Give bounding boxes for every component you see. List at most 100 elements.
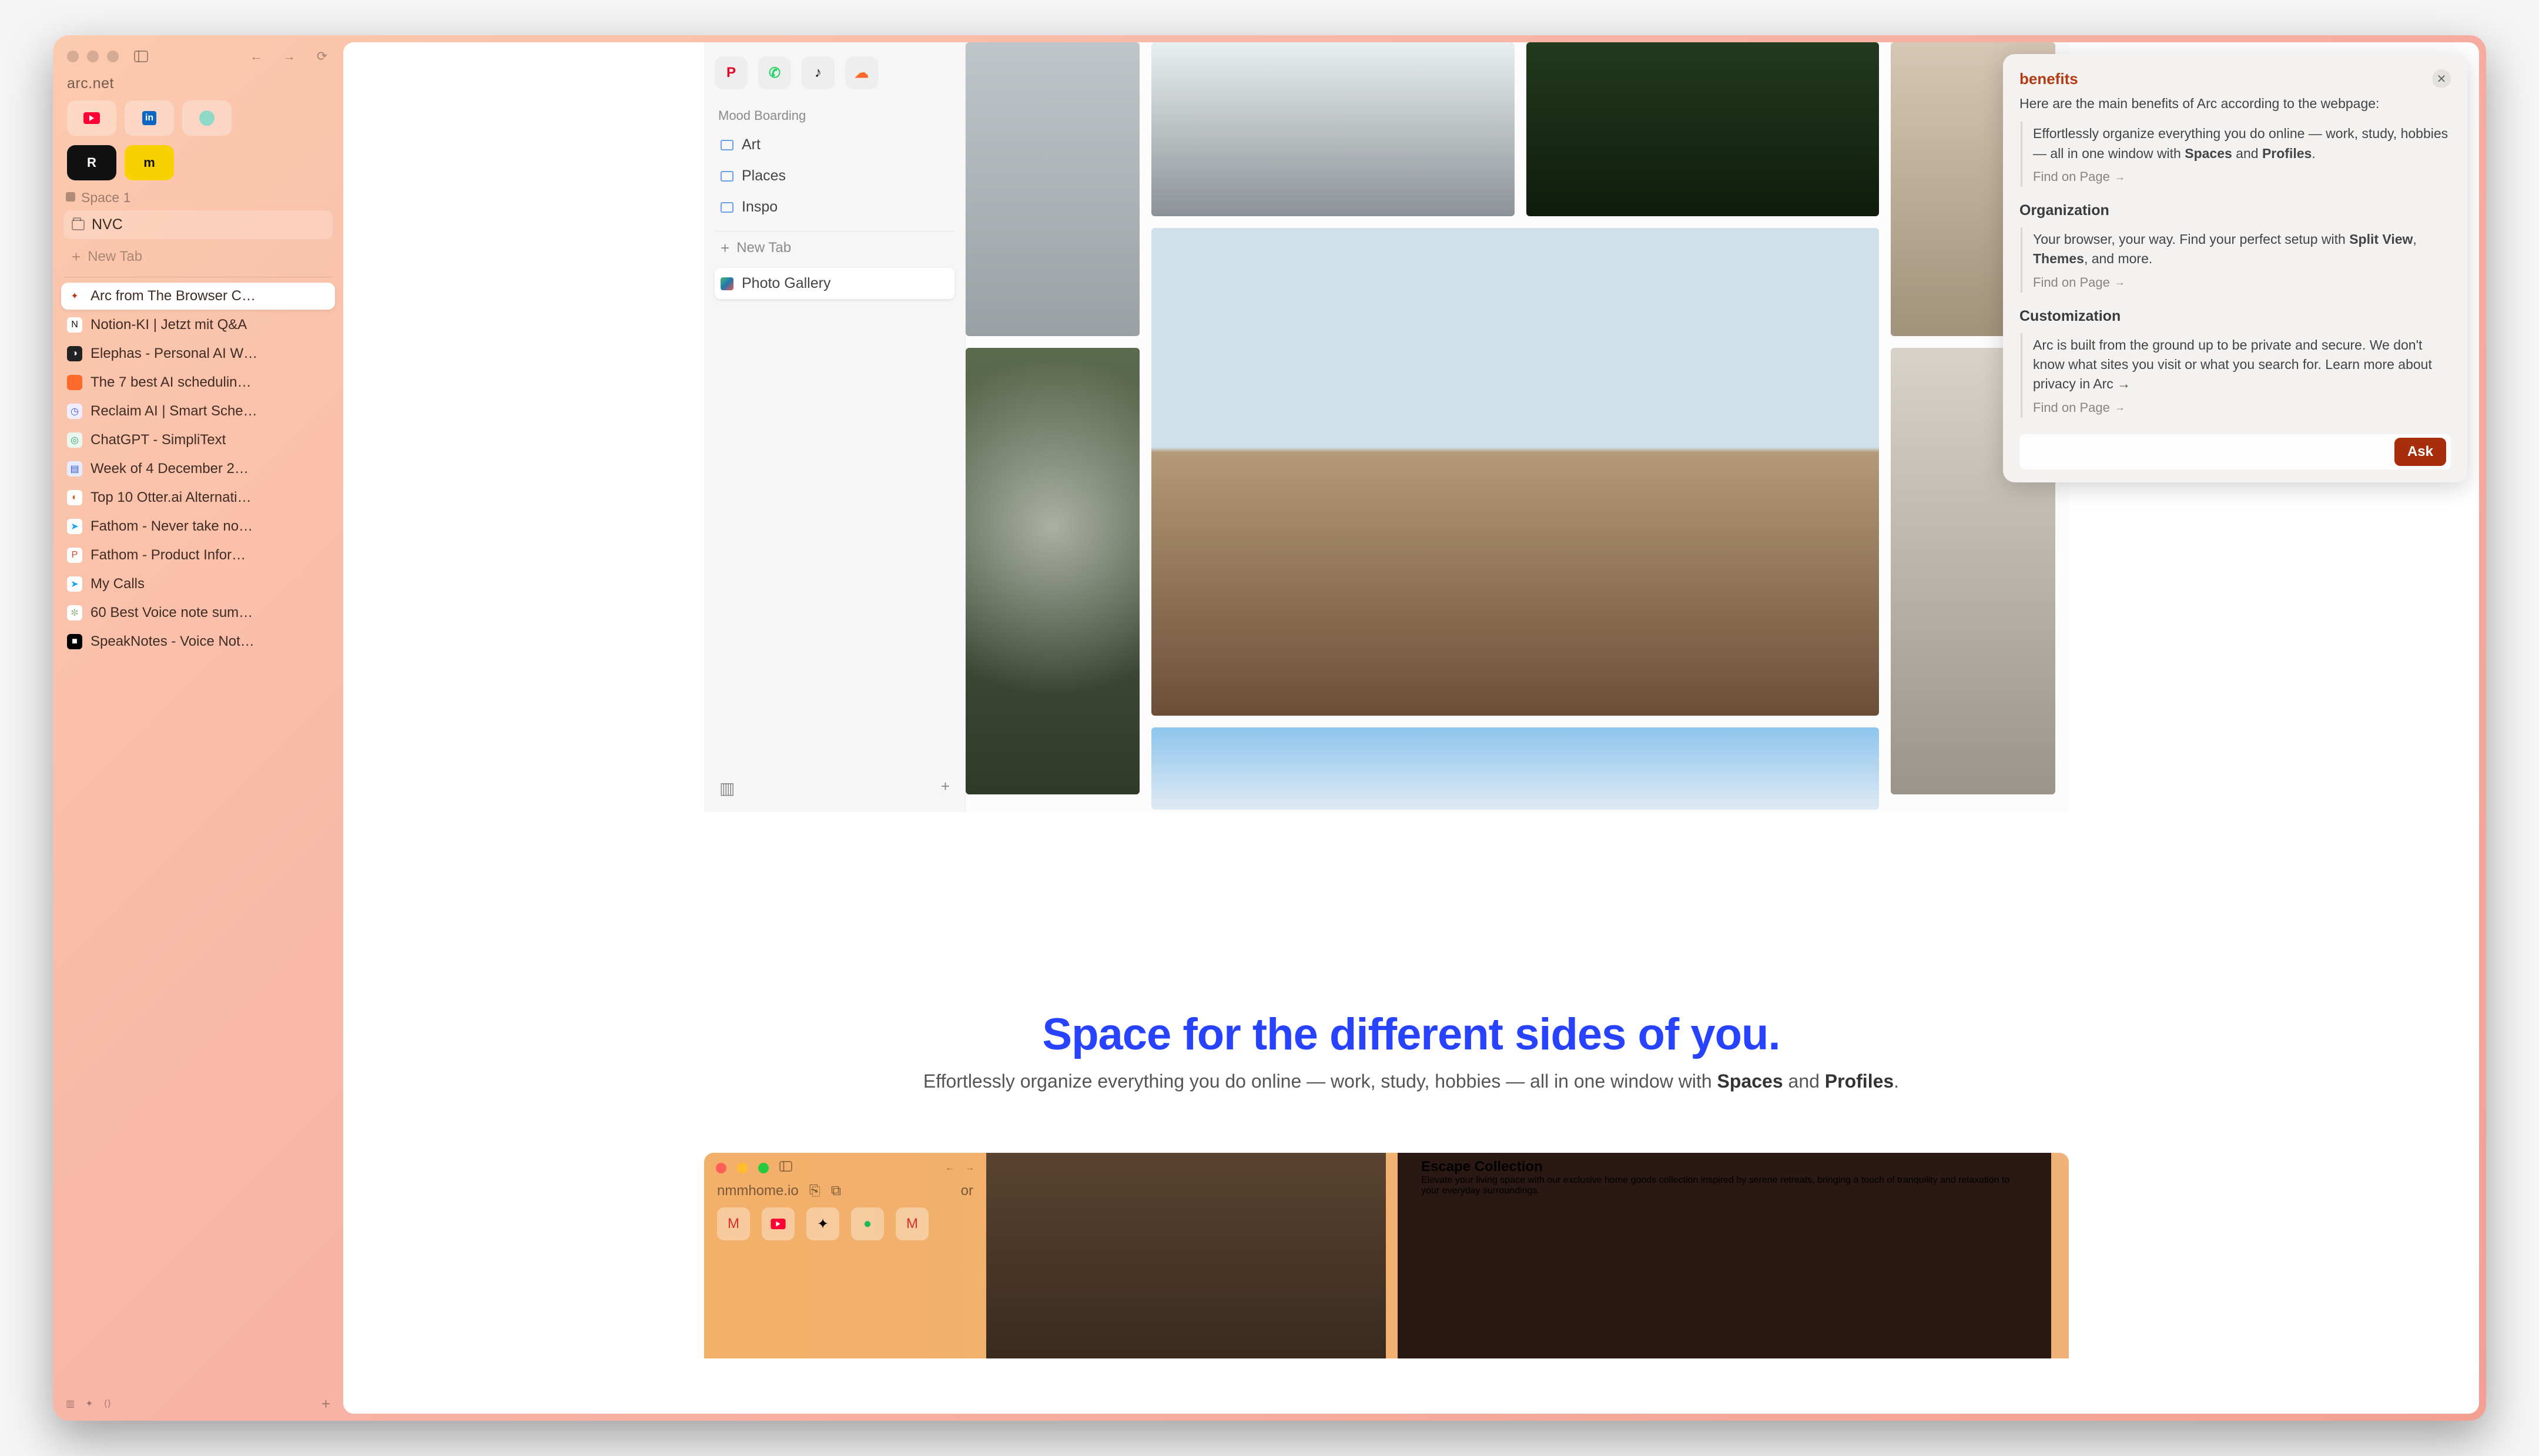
inset2-url-row[interactable]: nmmhome.io ⎘ ⧉ or (704, 1183, 986, 1207)
inset-plus-icon[interactable]: + (941, 779, 950, 798)
arc-sidebar: ← → ⟳ arc.net in R m Space 1 NVC + New T… (53, 35, 343, 1421)
find-label: Find on Page (2033, 275, 2110, 290)
inset2-title: Escape Collection (1421, 1159, 2028, 1175)
pinned-youtube[interactable] (67, 100, 116, 136)
new-tab-button[interactable]: + New Tab (63, 243, 333, 271)
favicon: ▤ (67, 461, 82, 477)
inset-app-tiktok[interactable]: ♪ (802, 56, 835, 89)
gallery-image[interactable] (966, 348, 1140, 794)
tab-item[interactable]: PFathom - Product Infor… (61, 542, 335, 569)
pinned-m-app[interactable]: m (125, 145, 174, 180)
find-on-page-link[interactable]: Find on Page→ (2033, 169, 2451, 184)
pinned-row-2: R m (53, 145, 343, 190)
minimize-dot[interactable] (737, 1163, 748, 1173)
tab-item[interactable]: ◷Reclaim AI | Smart Sche… (61, 398, 335, 425)
pinned-spotify[interactable]: ● (851, 1207, 884, 1240)
find-on-page-link[interactable]: Find on Page→ (2033, 275, 2451, 290)
inset-folder-label: Places (742, 167, 786, 184)
t: , (2413, 232, 2416, 247)
tab-label: The 7 best AI schedulin… (91, 374, 252, 391)
footer-plus-icon[interactable]: + (321, 1396, 330, 1411)
close-icon[interactable]: ✕ (2432, 69, 2451, 88)
inset-app-pinterest[interactable]: P (715, 56, 748, 89)
forward-icon[interactable]: → (965, 1163, 974, 1173)
ask-row: Ask (2019, 434, 2451, 469)
tab-item[interactable]: ◐Top 10 Otter.ai Alternati… (61, 484, 335, 511)
folder-icon (72, 220, 85, 230)
favicon: ■ (67, 634, 82, 649)
favicon: ◐ (67, 490, 82, 505)
back-icon[interactable]: ← (945, 1163, 954, 1173)
ask-button[interactable]: Ask (2394, 438, 2446, 466)
pinned-app[interactable] (182, 100, 232, 136)
tab-item[interactable]: ✦Arc from The Browser C… (61, 283, 335, 310)
pinned-gmail[interactable]: M (717, 1207, 750, 1240)
reload-icon[interactable]: ⟳ (311, 46, 333, 67)
pinned-youtube[interactable] (762, 1207, 795, 1240)
zoom-dot[interactable] (758, 1163, 769, 1173)
pinned-linkedin[interactable]: in (125, 100, 174, 136)
pinned-app[interactable]: ✦ (806, 1207, 839, 1240)
t-bold: Split View (2349, 232, 2413, 247)
url-bar[interactable]: arc.net (53, 72, 343, 100)
folder-icon (721, 171, 733, 182)
tab-item[interactable]: ➤Fathom - Never take no… (61, 513, 335, 540)
inset-folder-item[interactable]: Inspo (715, 192, 954, 223)
space-label[interactable]: Space 1 (53, 190, 343, 209)
tab-label: Fathom - Never take no… (91, 518, 253, 535)
minimize-dot[interactable] (87, 51, 99, 62)
arrow-icon: → (2115, 401, 2125, 414)
benefit-block-3: Arc is built from the ground up to be pr… (2021, 333, 2451, 418)
plus-icon: + (721, 240, 729, 256)
ask-input[interactable] (2028, 439, 2386, 465)
tab-item[interactable]: ➤My Calls (61, 571, 335, 598)
tab-item[interactable]: The 7 best AI schedulin… (61, 369, 335, 396)
page-scroll[interactable]: P ✆ ♪ ☁ Mood Boarding Art Places Inspo + New … (343, 42, 2479, 1414)
devtools-icon[interactable]: ⟨⟩ (104, 1398, 111, 1410)
inset-app-whatsapp[interactable]: ✆ (758, 56, 791, 89)
linkedin-icon: in (142, 111, 156, 125)
t: , and more. (2084, 251, 2152, 266)
tab-item[interactable]: ▤Week of 4 December 2… (61, 455, 335, 482)
copy-icon[interactable]: ⧉ (831, 1183, 841, 1199)
close-dot[interactable] (716, 1163, 726, 1173)
inset-section-label: Mood Boarding (718, 108, 954, 123)
inset-new-tab[interactable]: + New Tab (715, 231, 954, 264)
inset2-text: Escape Collection Elevate your living sp… (1398, 1153, 2051, 1358)
pinned-r-app[interactable]: R (67, 145, 116, 180)
forward-icon[interactable]: → (279, 46, 300, 67)
sidebar-toggle-icon[interactable] (130, 46, 152, 67)
gallery-image[interactable] (1151, 42, 1515, 216)
folder-nvc[interactable]: NVC (63, 210, 333, 239)
gallery-image[interactable] (1151, 228, 1879, 716)
inset-folder-item[interactable]: Art (715, 129, 954, 160)
gallery-image[interactable] (966, 42, 1140, 336)
tab-item[interactable]: ◎ChatGPT - SimpliText (61, 427, 335, 454)
tab-item[interactable]: NNotion-KI | Jetzt mit Q&A (61, 311, 335, 338)
find-label: Find on Page (2033, 400, 2110, 415)
inset2-or: or (961, 1183, 973, 1199)
bookmark-icon[interactable]: ✦ (85, 1398, 93, 1410)
inset-folder-item[interactable]: Places (715, 160, 954, 192)
inset-active-tab[interactable]: Photo Gallery (715, 268, 954, 299)
traffic-lights[interactable] (67, 51, 119, 62)
zoom-dot[interactable] (107, 51, 119, 62)
t: Your browser, your way. Find your perfec… (2033, 232, 2349, 247)
link-icon[interactable]: ⎘ (809, 1183, 820, 1199)
sidebar-toggle-icon[interactable] (779, 1161, 792, 1175)
tab-item[interactable]: ✼60 Best Voice note sum… (61, 599, 335, 626)
gallery-image[interactable] (1151, 727, 1879, 810)
gallery-image[interactable] (1526, 42, 1879, 216)
inset-library-icon[interactable]: ▥ (719, 779, 735, 798)
pinned-gmail[interactable]: M (896, 1207, 929, 1240)
back-icon[interactable]: ← (246, 46, 267, 67)
inset2-topbar: ← → (704, 1153, 986, 1183)
library-icon[interactable]: ▥ (66, 1398, 75, 1410)
favicon: ✼ (67, 605, 82, 620)
inset-app-soundcloud[interactable]: ☁ (845, 56, 878, 89)
close-dot[interactable] (67, 51, 79, 62)
tab-item[interactable]: ◑Elephas - Personal AI W… (61, 340, 335, 367)
find-on-page-link[interactable]: Find on Page → (2033, 400, 2451, 415)
inset-folder-label: Art (742, 136, 761, 153)
tab-item[interactable]: ■SpeakNotes - Voice Not… (61, 628, 335, 655)
